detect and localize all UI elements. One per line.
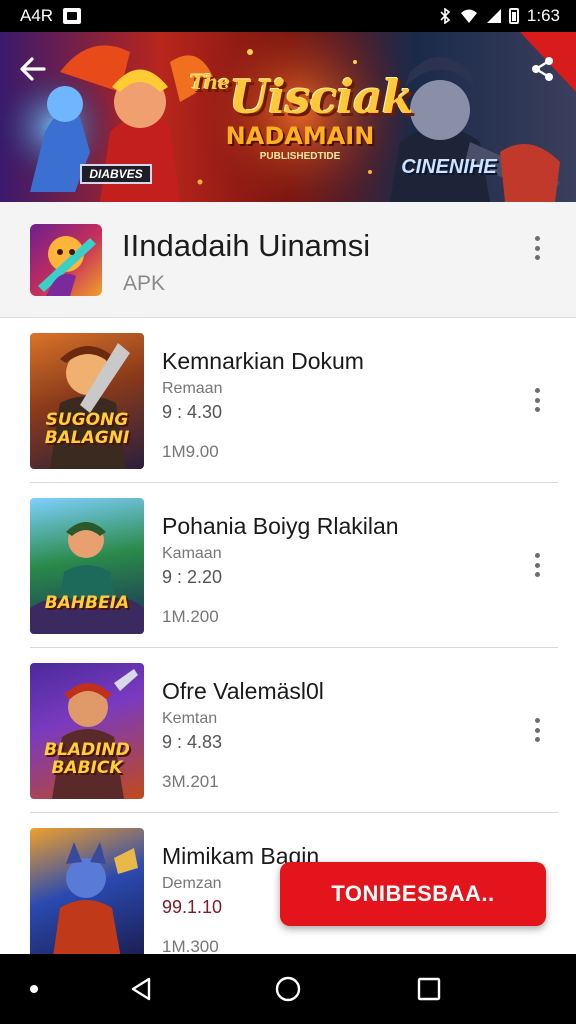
game-thumbnail bbox=[30, 828, 144, 954]
status-left: A4R bbox=[20, 6, 82, 26]
item-developer: Demzan bbox=[162, 875, 222, 892]
app-header: IIndadaih Uinamsi APK bbox=[0, 202, 576, 318]
primary-action-button[interactable]: TONIBESBAA.. bbox=[280, 862, 546, 926]
nav-home-button[interactable] bbox=[273, 974, 303, 1004]
item-more-options-button[interactable] bbox=[525, 382, 549, 418]
thumbnail-art bbox=[50, 343, 130, 469]
kebab-dot bbox=[534, 407, 540, 412]
back-triangle-icon bbox=[131, 977, 151, 1001]
item-developer: Remaan bbox=[162, 380, 223, 397]
item-downloads: 1M9.00 bbox=[162, 442, 219, 461]
item-title: Kemnarkian Dokum bbox=[162, 348, 364, 374]
item-more-options-button[interactable] bbox=[525, 712, 549, 748]
nav-back-button[interactable] bbox=[126, 974, 156, 1004]
banner-title-prefix: The bbox=[190, 70, 230, 94]
kebab-dot bbox=[534, 572, 540, 577]
item-title: Pohania Boiyg Rlakilan bbox=[162, 513, 399, 539]
carrier-label: A4R bbox=[20, 6, 54, 25]
banner-left-tag: DIABVES bbox=[80, 164, 152, 184]
item-developer: Kamaan bbox=[162, 545, 222, 562]
app-more-options-button[interactable] bbox=[525, 230, 549, 266]
thumbnail-label: BLADIND BABICK bbox=[44, 740, 130, 778]
bluetooth-icon bbox=[440, 8, 451, 24]
back-button[interactable] bbox=[16, 52, 50, 86]
game-thumbnail: BLADIND BABICK bbox=[30, 663, 144, 799]
status-bar: A4R 1:63 bbox=[0, 0, 576, 32]
wifi-icon bbox=[460, 9, 477, 23]
home-circle-icon bbox=[275, 976, 301, 1002]
thumbnail-label: BAHBEIA bbox=[44, 593, 130, 613]
item-rating: 99.1.10 bbox=[162, 897, 223, 917]
kebab-dot bbox=[534, 562, 540, 568]
kebab-dot bbox=[534, 236, 540, 241]
thumbnail-art bbox=[30, 522, 144, 634]
item-rating: 9 : 4.30 bbox=[162, 402, 223, 422]
list-item[interactable]: BLADIND BABICK Ofre Valemäsl0l Kemtan 9 … bbox=[0, 648, 576, 813]
status-right: 1:63 bbox=[437, 6, 560, 26]
battery-icon bbox=[508, 8, 519, 24]
item-rating: 9 : 2.20 bbox=[162, 567, 223, 587]
notification-icon bbox=[63, 8, 82, 24]
item-developer: Kemtan bbox=[162, 710, 218, 727]
thumbnail-art bbox=[52, 669, 138, 799]
banner-subtitle-small: PUBLISHEDTIDE bbox=[259, 151, 341, 162]
share-icon bbox=[532, 57, 553, 81]
item-downloads: 3M.201 bbox=[162, 772, 219, 791]
app-name: IIndadaih Uinamsi bbox=[122, 228, 371, 263]
kebab-dot bbox=[534, 388, 540, 393]
banner-subtitle: NADAMAIN bbox=[225, 122, 375, 150]
back-arrow-icon bbox=[20, 57, 46, 81]
banner-title-main: Uisciak bbox=[229, 70, 414, 124]
item-downloads: 1M.300 bbox=[162, 937, 219, 954]
item-rating: 9 : 4.83 bbox=[162, 732, 223, 752]
banner-title: TheUisciak bbox=[190, 70, 414, 124]
clock-time: 1:63 bbox=[526, 6, 560, 25]
share-button[interactable] bbox=[526, 52, 560, 86]
kebab-dot bbox=[534, 245, 540, 251]
item-title: Ofre Valemäsl0l bbox=[162, 678, 324, 704]
signal-icon bbox=[486, 9, 501, 23]
game-thumbnail: SUGONG BALAGNI bbox=[30, 333, 144, 469]
kebab-dot bbox=[534, 255, 540, 260]
app-type-label: APK bbox=[123, 272, 166, 295]
game-thumbnail: BAHBEIA bbox=[30, 498, 144, 634]
recents-square-icon bbox=[417, 977, 441, 1001]
kebab-dot bbox=[534, 737, 540, 742]
item-downloads: 1M.200 bbox=[162, 607, 219, 626]
nav-indicator-dot bbox=[30, 985, 38, 993]
kebab-dot bbox=[534, 718, 540, 723]
app-screen: A4R 1:63 TheUisciak NADAMAIN PUBLISHEDTI… bbox=[0, 0, 576, 1024]
item-more-options-button[interactable] bbox=[525, 547, 549, 583]
nav-recents-button[interactable] bbox=[414, 974, 444, 1004]
banner-right-tag: CINENIHE bbox=[401, 156, 497, 178]
thumbnail-label: SUGONG BALAGNI bbox=[44, 410, 130, 448]
game-app-icon[interactable] bbox=[30, 224, 102, 296]
system-nav-bar bbox=[0, 954, 576, 1024]
list-item[interactable]: SUGONG BALAGNI Kemnarkian Dokum Remaan 9… bbox=[0, 318, 576, 483]
app-icon-art bbox=[38, 236, 96, 296]
kebab-dot bbox=[534, 397, 540, 403]
related-games-list: SUGONG BALAGNI Kemnarkian Dokum Remaan 9… bbox=[0, 318, 576, 954]
kebab-dot bbox=[534, 727, 540, 733]
kebab-dot bbox=[534, 553, 540, 558]
thumbnail-art bbox=[53, 842, 138, 954]
list-item[interactable]: BAHBEIA Pohania Boiyg Rlakilan Kamaan 9 … bbox=[0, 483, 576, 648]
